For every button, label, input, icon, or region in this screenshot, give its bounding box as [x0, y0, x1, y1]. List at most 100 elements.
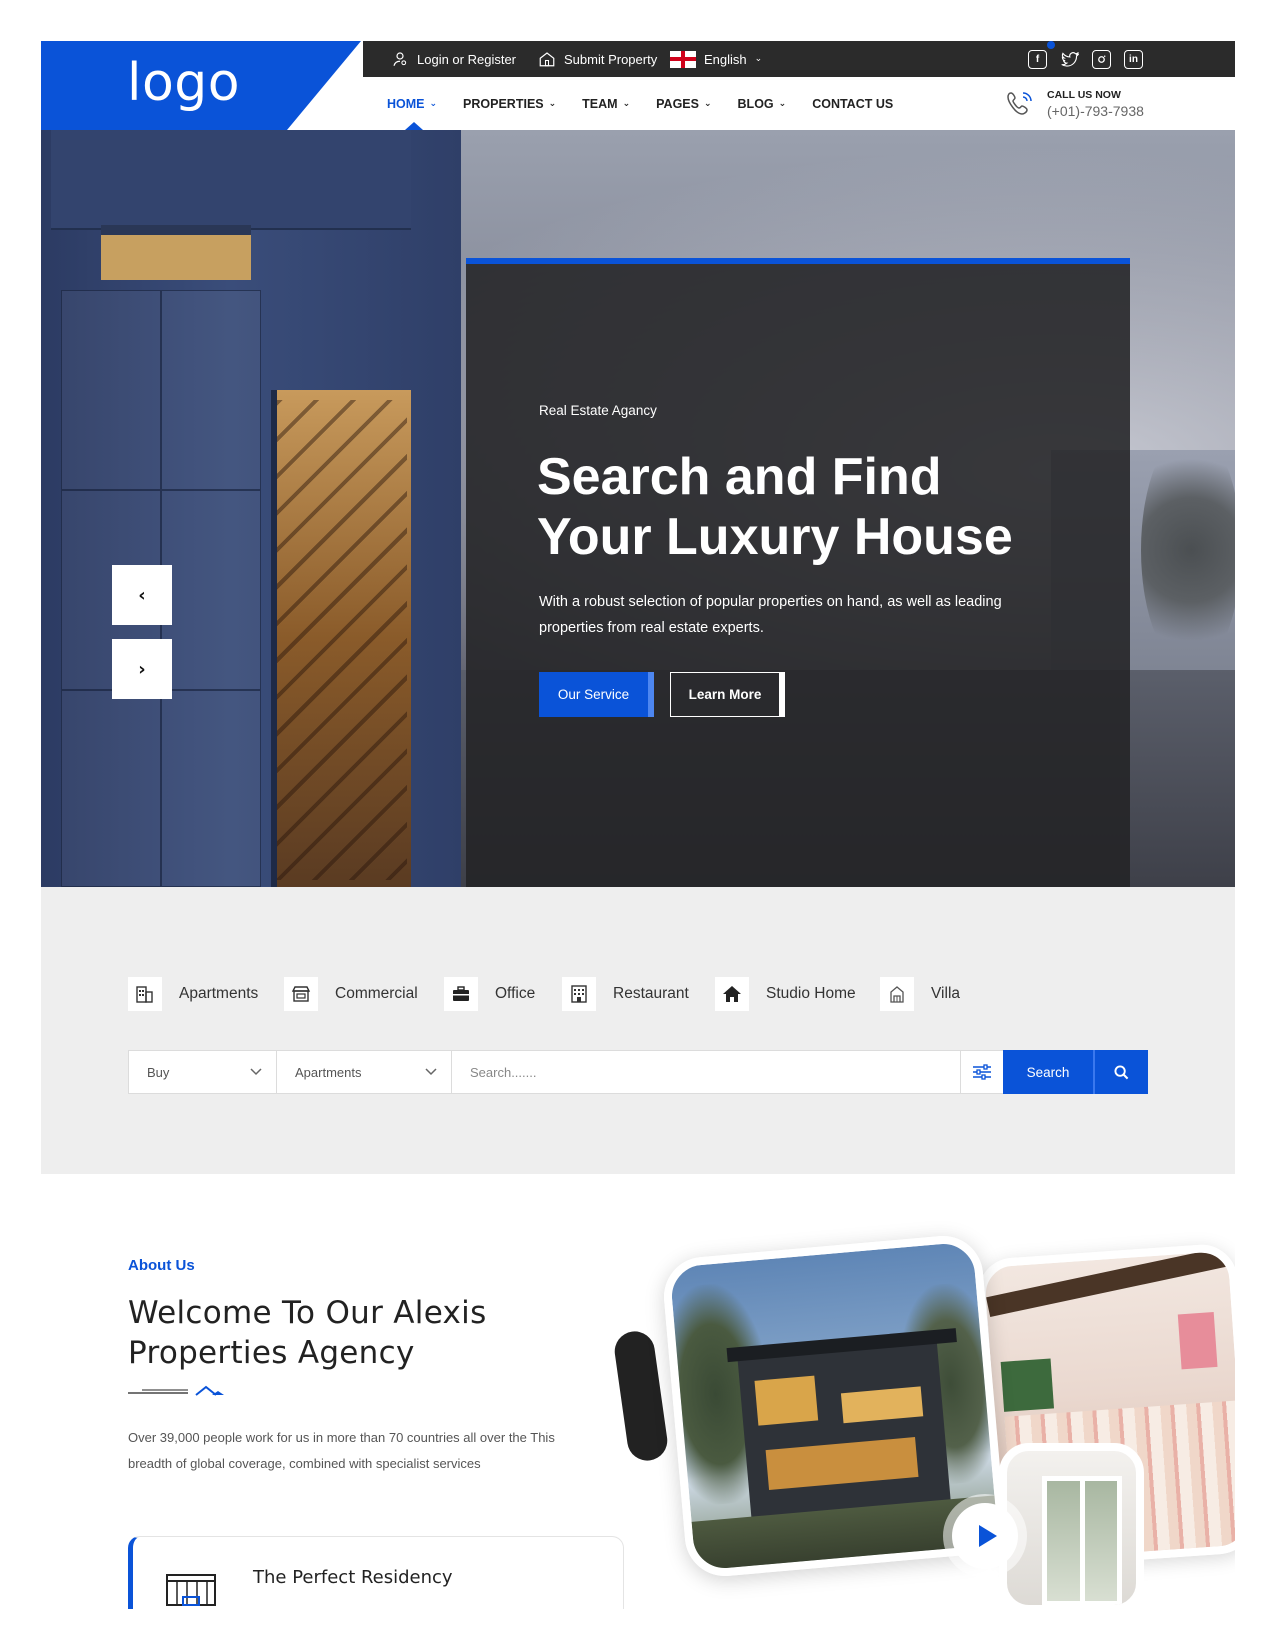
category-commercial-label: Commercial	[335, 985, 418, 1002]
chevron-down-icon: ⌄	[429, 98, 438, 109]
submit-property-label: Submit Property	[564, 51, 658, 67]
about-text: Over 39,000 people work for us in more t…	[128, 1430, 555, 1471]
category-office-label: Office	[495, 985, 536, 1002]
nav-team[interactable]: TEAM ⌄	[582, 77, 630, 130]
linkedin-icon[interactable]: in	[1124, 50, 1143, 69]
slider-next-button[interactable]: ›	[112, 639, 172, 699]
category-commercial[interactable]: Commercial	[284, 977, 418, 1011]
filter-button[interactable]	[960, 1051, 1003, 1093]
phone-number[interactable]: (+01)-793-7938	[1047, 103, 1144, 119]
feature-card[interactable]: The Perfect Residency	[128, 1536, 624, 1609]
hero-title: Search and Find Your Luxury House	[537, 447, 1097, 567]
about-kicker: About Us	[128, 1257, 195, 1274]
phone-support-icon	[1007, 92, 1032, 115]
house-body	[737, 1339, 952, 1527]
chevron-down-icon	[250, 1068, 262, 1076]
category-studio-home[interactable]: Studio Home	[715, 977, 856, 1011]
call-label: CALL US NOW	[1047, 89, 1121, 101]
collage-shadow-shape	[612, 1328, 670, 1464]
login-register-label: Login or Register	[417, 51, 516, 67]
building-panel	[161, 690, 261, 887]
property-search-section: Apartments Commercial Office Restaurant …	[41, 887, 1235, 1174]
residency-building-icon	[166, 1574, 216, 1606]
nav-home-label: HOME	[387, 96, 425, 111]
building-panel	[161, 490, 261, 690]
search-input[interactable]	[452, 1051, 960, 1093]
window-frame	[1042, 1476, 1122, 1605]
hero-tree	[1141, 430, 1235, 670]
hero-description: With a robust selection of popular prope…	[539, 594, 1002, 636]
nav-blog-label: BLOG	[737, 96, 774, 111]
chevron-down-icon: ⌄	[754, 54, 763, 64]
category-office[interactable]: Office	[444, 977, 535, 1011]
chevron-left-icon: ‹	[138, 584, 146, 606]
our-service-button[interactable]: Our Service	[539, 672, 654, 717]
user-key-icon	[393, 52, 407, 66]
call-us[interactable]: CALL US NOW (+01)-793-7938	[1003, 87, 1144, 121]
category-villa-label: Villa	[931, 985, 961, 1002]
nav-contact[interactable]: CONTACT US	[812, 77, 893, 130]
chevron-down-icon: ⌄	[703, 98, 712, 109]
logo[interactable]: logo	[127, 53, 240, 113]
property-type-value: Apartments	[295, 1064, 362, 1080]
restaurant-building-icon	[562, 977, 596, 1011]
main-nav: HOME ⌄ PROPERTIES ⌄ TEAM ⌄ PAGES ⌄ BLOG …	[387, 77, 919, 130]
hero-title-line1: Search and Find	[537, 448, 942, 506]
twitter-icon[interactable]	[1060, 50, 1079, 69]
hero-content-box: Real Estate Agancy Search and Find Your …	[466, 258, 1130, 887]
logo-block[interactable]: logo	[41, 41, 361, 130]
play-video-button[interactable]	[943, 1494, 1027, 1578]
category-apartments-label: Apartments	[179, 985, 259, 1002]
category-apartments[interactable]: Apartments	[128, 977, 258, 1011]
property-type-select[interactable]: Apartments	[277, 1051, 452, 1093]
play-icon	[978, 1525, 997, 1547]
chevron-down-icon: ⌄	[548, 98, 557, 109]
home-icon	[715, 977, 749, 1011]
briefcase-icon	[444, 977, 478, 1011]
learn-more-button[interactable]: Learn More	[670, 672, 785, 717]
roof-divider-icon	[128, 1385, 224, 1396]
nav-blog[interactable]: BLOG ⌄	[738, 77, 787, 130]
category-villa[interactable]: Villa	[880, 977, 960, 1011]
building-panel	[61, 290, 161, 490]
slider-prev-button[interactable]: ‹	[112, 565, 172, 625]
buy-rent-value: Buy	[147, 1064, 170, 1080]
building-panel	[61, 690, 161, 887]
storefront-icon	[284, 977, 318, 1011]
sliders-icon	[973, 1064, 991, 1080]
top-bar: Login or Register Submit Property Englis…	[363, 41, 1235, 77]
facebook-icon[interactable]: f	[1028, 50, 1047, 69]
instagram-icon[interactable]	[1092, 50, 1111, 69]
language-label: English	[704, 51, 747, 67]
submit-property-link[interactable]: Submit Property	[538, 41, 657, 77]
play-button-inner	[952, 1503, 1018, 1569]
villa-icon	[880, 977, 914, 1011]
search-button[interactable]: Search	[1003, 1050, 1093, 1094]
buy-rent-select[interactable]: Buy	[129, 1051, 277, 1093]
category-studio-home-label: Studio Home	[766, 985, 856, 1002]
login-register-link[interactable]: Login or Register	[391, 41, 516, 77]
nav-team-label: TEAM	[582, 96, 618, 111]
hero-title-line2: Your Luxury House	[537, 508, 1013, 566]
nav-properties[interactable]: PROPERTIES ⌄	[463, 77, 556, 130]
language-selector[interactable]: English ⌄	[670, 41, 762, 77]
nav-home[interactable]: HOME ⌄	[387, 77, 437, 130]
hero-kicker: Real Estate Agancy	[539, 403, 657, 418]
search-icon	[1114, 1064, 1129, 1079]
nav-pages[interactable]: PAGES ⌄	[656, 77, 711, 130]
notification-dot	[1047, 41, 1055, 49]
nav-properties-label: PROPERTIES	[463, 96, 544, 111]
apartment-building-icon	[128, 977, 162, 1011]
building-top	[51, 130, 411, 230]
wall-art	[1177, 1311, 1218, 1370]
page: logo Login or Register Submit Property E…	[41, 41, 1235, 1609]
nav-pages-label: PAGES	[656, 96, 699, 111]
search-bar: Buy Apartments Search	[128, 1050, 1148, 1094]
search-icon-button[interactable]	[1093, 1050, 1148, 1094]
about-title: Welcome To Our Alexis Properties Agency	[128, 1293, 548, 1373]
chevron-right-icon: ›	[138, 658, 146, 680]
chevron-down-icon: ⌄	[778, 98, 787, 109]
nav-contact-label: CONTACT US	[812, 96, 894, 111]
category-restaurant[interactable]: Restaurant	[562, 977, 689, 1011]
chevron-down-icon	[425, 1068, 437, 1076]
